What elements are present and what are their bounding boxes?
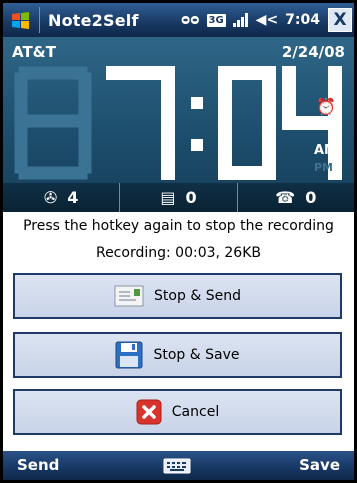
stop-and-send-button[interactable]: Stop & Send	[13, 273, 342, 319]
floppy-disk-icon	[115, 341, 143, 369]
voicemail-count-value: 4	[67, 188, 79, 207]
message-count[interactable]: ▤ 0	[119, 183, 236, 212]
message-count-value: 0	[185, 188, 197, 207]
today-clock-panel: AT&T 2/24/08 ⏰ AM PM ✇ 4 ▤ 0 ☎ 0	[3, 37, 354, 212]
email-icon	[114, 285, 144, 307]
clock-digit-4	[282, 66, 342, 180]
cancel-label: Cancel	[171, 404, 220, 420]
recording-instruction: Press the hotkey again to stop the recor…	[23, 218, 334, 234]
phone-screen: Note2Self ᴑᴑ 3G ◀< 7:04 X AT&T 2/24/08 ⏰…	[3, 3, 354, 480]
big-clock-display[interactable]	[3, 63, 354, 183]
windows-start-button[interactable]	[3, 3, 39, 37]
stop-and-save-button[interactable]: Stop & Save	[13, 332, 342, 378]
speaker-icon[interactable]: ◀<	[256, 12, 279, 28]
close-button[interactable]: X	[328, 8, 352, 32]
message-icon: ▤	[160, 188, 176, 207]
keyboard-icon[interactable]	[163, 458, 191, 474]
missed-call-count[interactable]: ☎ 0	[236, 183, 354, 212]
date-display: 2/24/08	[281, 43, 345, 61]
save-softkey[interactable]: Save	[299, 456, 340, 474]
tray-clock[interactable]: 7:04	[285, 12, 320, 28]
app-title: Note2Self	[48, 10, 139, 30]
signal-strength-icon[interactable]	[232, 13, 249, 27]
windows-flag-icon	[12, 12, 29, 29]
title-divider	[39, 7, 40, 33]
missed-call-icon: ☎	[275, 188, 296, 207]
carrier-name: AT&T	[12, 43, 56, 61]
cancel-button[interactable]: Cancel	[13, 389, 342, 435]
network-3g-icon[interactable]: 3G	[206, 13, 226, 27]
system-tray: ᴑᴑ 3G ◀< 7:04 X	[181, 3, 354, 37]
clock-ghost-digit	[14, 66, 92, 180]
soft-key-bar: Send Save	[3, 451, 354, 480]
stop-and-save-label: Stop & Save	[153, 347, 240, 363]
cancel-x-icon	[136, 399, 162, 425]
alarm-icon: ⏰	[316, 97, 336, 116]
pm-indicator: PM	[314, 161, 334, 174]
stop-and-send-label: Stop & Send	[154, 288, 241, 304]
am-indicator: AM	[314, 143, 337, 158]
clock-digit-0	[218, 66, 276, 180]
missed-call-count-value: 0	[305, 188, 317, 207]
voicemail-indicator-icon[interactable]: ᴑᴑ	[181, 12, 199, 28]
recording-status: Recording: 00:03, 26KB	[95, 245, 262, 261]
voicemail-count[interactable]: ✇ 4	[3, 183, 119, 212]
clock-digit-7	[106, 66, 175, 180]
voicemail-icon: ✇	[43, 188, 58, 207]
send-softkey[interactable]: Send	[17, 456, 59, 474]
clock-colon-bottom	[191, 139, 203, 151]
clock-colon-top	[191, 97, 203, 109]
notification-strip: ✇ 4 ▤ 0 ☎ 0	[3, 183, 354, 212]
title-bar: Note2Self ᴑᴑ 3G ◀< 7:04 X	[3, 3, 354, 37]
